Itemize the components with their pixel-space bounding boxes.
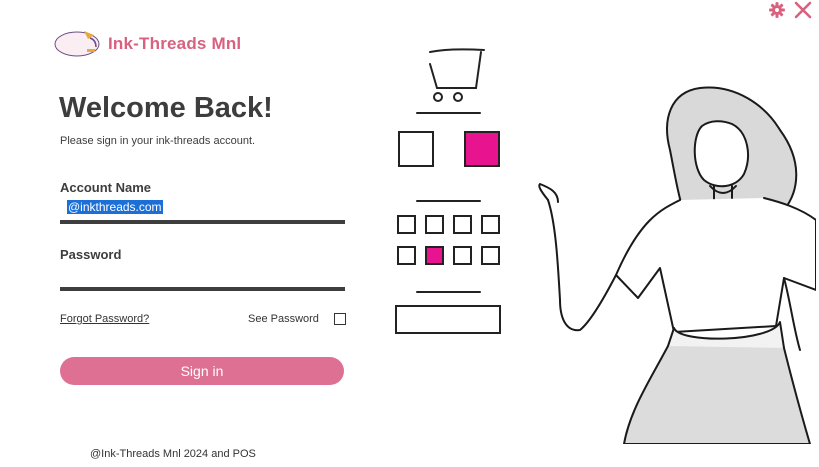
password-field[interactable]: [60, 266, 345, 291]
see-password-checkbox[interactable]: [333, 313, 346, 325]
see-password-label: See Password: [248, 313, 319, 325]
account-name-label: Account Name: [60, 180, 152, 195]
page-subtitle: Please sign in your ink-threads account.: [60, 135, 256, 147]
logo-icon: [54, 31, 100, 57]
shopping-illustration: [395, 48, 816, 444]
password-label: Password: [60, 247, 122, 262]
see-password-toggle[interactable]: See Password: [248, 313, 346, 325]
window-controls: [767, 0, 813, 20]
forgot-password-link[interactable]: Forgot Password?: [60, 313, 149, 325]
sign-in-button[interactable]: Sign in: [60, 357, 344, 385]
brand-logo: Ink-Threads Mnl: [54, 29, 241, 59]
footer-copyright: @Ink-Threads Mnl 2024 and POS: [90, 448, 256, 460]
account-name-value: @inkthreads.com: [67, 200, 163, 214]
account-name-field[interactable]: @inkthreads.com: [60, 200, 345, 224]
brand-name: Ink-Threads Mnl: [108, 34, 242, 53]
gear-icon[interactable]: [767, 0, 787, 20]
close-icon[interactable]: [793, 0, 813, 20]
page-title: Welcome Back!: [59, 92, 273, 124]
